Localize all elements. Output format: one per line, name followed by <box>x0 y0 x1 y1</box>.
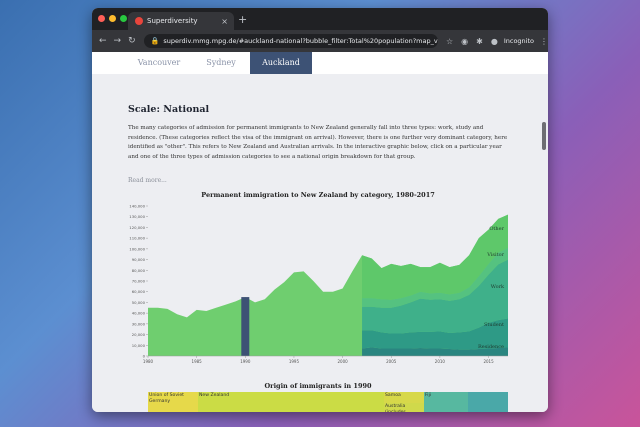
reload-icon[interactable]: ↻ <box>128 36 136 46</box>
x-tick-label: 2010 <box>435 359 446 364</box>
x-tick-label: 2005 <box>386 359 397 364</box>
y-tick-label: 130,000 <box>129 214 145 219</box>
browser-tab[interactable]: Superdiversity × <box>128 12 234 30</box>
x-tick-label: 2000 <box>338 359 349 364</box>
treemap-label: Fiji <box>425 393 432 398</box>
treemap-cell-new-zealand[interactable]: New Zealand <box>198 392 384 412</box>
star-icon[interactable]: ☆ <box>446 37 453 46</box>
x-tick-label: 1990 <box>240 359 251 364</box>
scrollbar-thumb[interactable] <box>542 122 546 150</box>
section-description: The many categories of admission for per… <box>128 125 508 160</box>
maximize-window-button[interactable] <box>120 15 127 22</box>
y-tick-label: 140,000 <box>129 204 145 209</box>
favicon-icon <box>135 17 143 25</box>
close-window-button[interactable] <box>98 15 105 22</box>
series-label-student: Student <box>484 322 504 328</box>
y-tick-label: 30,000 <box>132 321 146 326</box>
address-bar[interactable]: 🔒 superdiv.mmg.mpg.de/#auckland-national… <box>143 34 438 48</box>
x-tick-label: 2015 <box>483 359 494 364</box>
treemap-label: New Zealand <box>199 393 230 398</box>
y-tick-label: 0 <box>143 354 146 359</box>
treemap-title: Origin of immigrants in 1990 <box>264 382 372 390</box>
treemap-label: Samoa <box>385 393 401 398</box>
series-label-visitor: Visitor <box>486 252 504 258</box>
forward-icon[interactable]: → <box>114 36 122 46</box>
treemap-cell-other[interactable] <box>468 392 508 412</box>
immigration-area-chart[interactable]: 0 10,000 20,000 30,000 40,000 50,000 60,000 70,… <box>126 198 516 366</box>
extension-icon[interactable]: ◉ <box>461 37 468 46</box>
treemap-cell-soviet[interactable]: Union of Soviet Germany <box>148 392 198 412</box>
x-tick-label: 1980 <box>143 359 154 364</box>
minimize-window-button[interactable] <box>109 15 116 22</box>
y-tick-label: 60,000 <box>132 289 146 294</box>
x-tick-label: 1995 <box>289 359 300 364</box>
tab-title: Superdiversity <box>147 17 198 25</box>
puzzle-icon[interactable]: ✱ <box>476 37 483 46</box>
profile-avatar-icon[interactable]: ● <box>491 37 498 46</box>
y-tick-label: 120,000 <box>129 225 145 230</box>
tab-strip: Superdiversity × + <box>92 8 548 30</box>
section-title: Scale: National <box>128 104 210 115</box>
treemap-cell-samoa[interactable]: Samoa <box>384 392 424 403</box>
y-tick-label: 10,000 <box>132 343 146 348</box>
y-tick-label: 80,000 <box>132 268 146 273</box>
city-tab-bar: Vancouver Sydney Auckland <box>92 52 548 74</box>
tab-vancouver[interactable]: Vancouver <box>128 52 190 74</box>
selected-year-bar <box>241 297 250 356</box>
treemap-label: Australia (includes External <box>385 404 406 412</box>
y-tick-label: 50,000 <box>132 300 146 305</box>
x-tick-label: 1985 <box>192 359 203 364</box>
new-tab-button[interactable]: + <box>238 13 247 26</box>
treemap-label: Union of Soviet <box>149 393 184 398</box>
read-more-link[interactable]: Read more... <box>128 177 167 184</box>
browser-window: Superdiversity × + ← → ↻ 🔒 superdiv.mmg.… <box>92 8 548 412</box>
series-label-residence: Residence <box>478 344 504 350</box>
y-tick-label: 40,000 <box>132 311 146 316</box>
url-text: superdiv.mmg.mpg.de/#auckland-national?b… <box>163 37 438 45</box>
treemap-cell-fiji[interactable]: Fiji <box>424 392 468 412</box>
tab-close-icon[interactable]: × <box>221 17 228 26</box>
lock-icon: 🔒 <box>150 37 160 45</box>
tab-auckland[interactable]: Auckland <box>250 52 312 74</box>
y-tick-label: 110,000 <box>129 236 145 241</box>
treemap-label: Germany <box>149 398 171 404</box>
y-tick-label: 70,000 <box>132 279 146 284</box>
more-menu-icon[interactable]: ⋮ <box>540 37 548 46</box>
toolbar: ← → ↻ 🔒 superdiv.mmg.mpg.de/#auckland-na… <box>92 30 548 52</box>
y-tick-label: 100,000 <box>129 246 145 251</box>
series-label-other: Other <box>489 226 504 232</box>
back-icon[interactable]: ← <box>99 36 107 46</box>
series-label-work: Work <box>491 284 505 290</box>
tab-sydney[interactable]: Sydney <box>190 52 252 74</box>
treemap-cell-australia[interactable]: Australia (includes External <box>384 403 424 412</box>
origin-treemap[interactable]: Union of Soviet Germany New Zealand Samo… <box>148 392 508 412</box>
y-tick-label: 90,000 <box>132 257 146 262</box>
page-content: Vancouver Sydney Auckland Scale: Nationa… <box>92 52 548 412</box>
window-controls <box>98 15 127 22</box>
incognito-label: Incognito <box>503 37 534 45</box>
y-tick-label: 20,000 <box>132 332 146 337</box>
